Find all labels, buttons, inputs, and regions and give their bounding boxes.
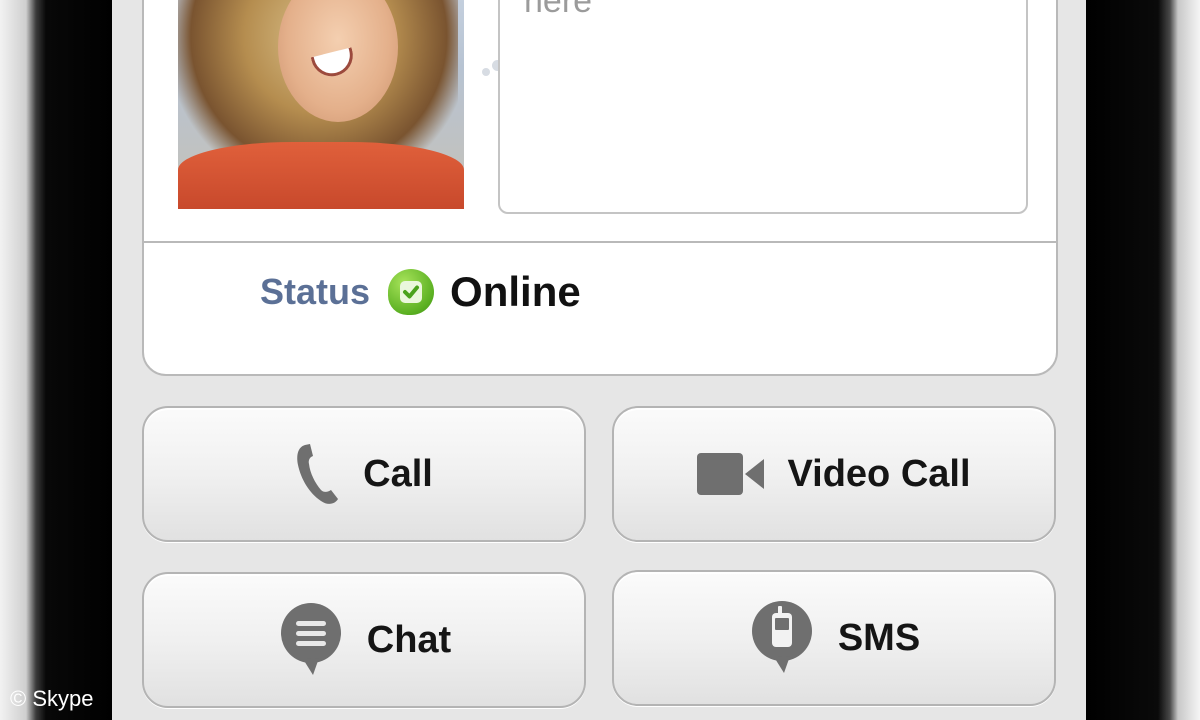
chat-button[interactable]: Chat	[142, 572, 586, 708]
online-check-icon	[388, 269, 435, 315]
video-call-button[interactable]: Video Call	[612, 406, 1056, 542]
phone-bezel-left	[0, 0, 112, 720]
mobile-phone-bubble-icon	[748, 601, 816, 675]
call-button-label: Call	[363, 452, 433, 495]
card-divider	[144, 241, 1056, 243]
status-row: Status Online	[260, 262, 581, 322]
call-button[interactable]: Call	[142, 406, 586, 542]
sms-button-label: SMS	[837, 616, 921, 659]
mood-message-box: here	[498, 0, 1028, 214]
chat-bubble-icon	[277, 603, 345, 677]
chat-button-label: Chat	[366, 618, 452, 661]
video-camera-icon	[697, 451, 765, 497]
contact-profile-screen: here Status Online Call Video Call Chat …	[112, 0, 1086, 720]
avatar	[178, 0, 464, 209]
sms-button[interactable]: SMS	[612, 570, 1056, 706]
mood-message-text: here	[524, 0, 593, 20]
phone-handset-icon	[295, 441, 341, 507]
video-call-button-label: Video Call	[787, 452, 971, 495]
profile-card: here Status Online	[142, 0, 1058, 376]
status-label: Status	[260, 271, 371, 312]
phone-bezel-right	[1086, 0, 1200, 720]
copyright-watermark: © Skype	[10, 686, 94, 711]
status-value: Online	[450, 268, 581, 315]
